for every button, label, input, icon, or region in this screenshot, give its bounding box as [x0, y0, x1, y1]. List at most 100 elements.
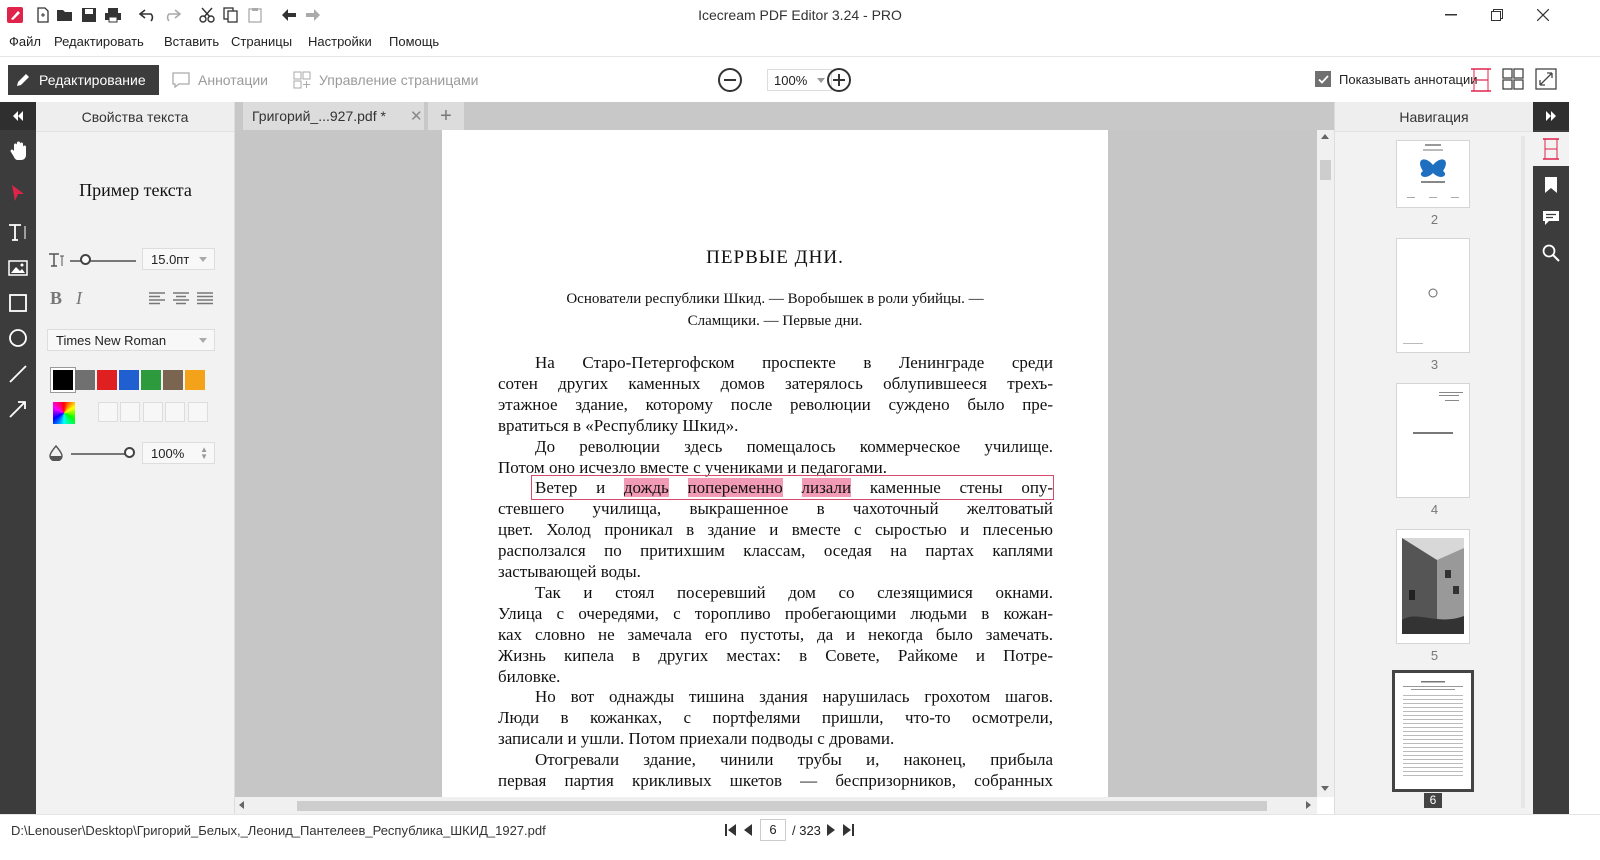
empty-swatch[interactable] — [165, 402, 185, 422]
text-line[interactable]: расползался по притихшим классам, оседая… — [498, 540, 1053, 561]
menu-help[interactable]: Помощь — [389, 34, 439, 49]
word[interactable]: опу- — [1021, 478, 1053, 497]
save-icon[interactable] — [80, 6, 98, 24]
italic-button[interactable]: I — [76, 288, 82, 309]
comments-icon[interactable] — [1533, 201, 1569, 235]
text-tool-icon[interactable] — [0, 215, 36, 249]
opacity-slider-track[interactable] — [71, 453, 129, 455]
ellipse-tool-icon[interactable] — [0, 321, 36, 355]
collapse-left-panel-icon[interactable] — [0, 102, 36, 130]
word[interactable]: и — [596, 478, 605, 497]
page-thumbnail[interactable] — [1396, 238, 1470, 353]
text-line[interactable]: стевшего училища, выкрашенное в чахоточн… — [498, 498, 1053, 519]
grid-view-icon[interactable] — [1502, 68, 1524, 93]
text-line[interactable]: На Старо-Петергофском проспекте в Ленинг… — [535, 352, 1053, 373]
scroll-down-icon[interactable] — [1321, 786, 1329, 791]
zoom-select[interactable]: 100% — [767, 69, 832, 91]
opacity-slider-knob[interactable] — [124, 447, 135, 458]
text-line[interactable]: застывающей воды. — [498, 561, 1053, 582]
color-swatch[interactable] — [185, 370, 205, 390]
text-line[interactable]: биловке. — [498, 666, 1053, 687]
scrollbar-track[interactable] — [1521, 136, 1525, 808]
text-line[interactable]: первая партия крикливых шкетов — бесприз… — [498, 770, 1053, 791]
edit-mode-button[interactable]: Редактирование — [8, 65, 159, 95]
menu-file[interactable]: Файл — [9, 34, 41, 49]
show-annotations-toggle[interactable]: Показывать аннотации — [1315, 71, 1478, 87]
word[interactable]: каменные — [870, 478, 941, 497]
menu-pages[interactable]: Страницы — [231, 34, 292, 49]
align-justify-icon[interactable] — [197, 292, 213, 309]
highlighted-word[interactable]: попеременно — [687, 478, 783, 497]
text-line[interactable]: Жизнь кипела в других местах: в Совете, … — [498, 645, 1053, 666]
word[interactable]: Ветер — [535, 478, 577, 497]
page-thumbnail-selected[interactable] — [1392, 670, 1474, 792]
pdf-page[interactable]: ПЕРВЫЕ ДНИ. Основатели республики Шкид. … — [442, 130, 1108, 797]
chapter-subtitle[interactable]: Сламщики. — Первые дни. — [442, 313, 1108, 330]
image-tool-icon[interactable] — [0, 251, 36, 285]
scrollbar-thumb[interactable] — [297, 801, 1267, 811]
horizontal-scrollbar[interactable] — [235, 797, 1317, 814]
checkbox[interactable] — [1315, 71, 1331, 87]
empty-swatch[interactable] — [98, 402, 118, 422]
navigation-scrollbar[interactable] — [1519, 130, 1529, 814]
empty-swatch[interactable] — [120, 402, 140, 422]
empty-swatch[interactable] — [188, 402, 208, 422]
scroll-left-icon[interactable] — [239, 801, 244, 809]
minimize-button[interactable] — [1428, 0, 1474, 30]
page-thumbnail[interactable] — [1396, 383, 1470, 498]
highlighted-paragraph-line[interactable]: Ветер и дождь попеременно лизали каменны… — [535, 477, 1053, 498]
font-size-slider-knob[interactable] — [80, 254, 91, 265]
last-page-icon[interactable] — [842, 824, 854, 836]
scrollbar-thumb[interactable] — [1320, 160, 1331, 180]
search-icon[interactable] — [1533, 236, 1569, 270]
new-file-icon[interactable] — [34, 6, 52, 24]
text-line[interactable]: сотен других каменных домов затерялось о… — [498, 373, 1053, 394]
text-line[interactable]: Отогревали здание, чинили трубы и, након… — [535, 749, 1053, 770]
page-thumbnail[interactable] — [1396, 529, 1470, 644]
back-icon[interactable] — [280, 6, 298, 24]
line-tool-icon[interactable] — [0, 357, 36, 391]
color-swatch[interactable] — [119, 370, 139, 390]
color-picker-icon[interactable] — [53, 402, 75, 424]
scroll-up-icon[interactable] — [1321, 134, 1329, 139]
bookmark-icon[interactable] — [1533, 168, 1569, 202]
document-tab[interactable]: Григорий_...927.pdf * ✕ — [243, 102, 424, 130]
chapter-heading[interactable]: ПЕРВЫЕ ДНИ. — [442, 247, 1108, 269]
open-folder-icon[interactable] — [56, 6, 74, 24]
redo-icon[interactable] — [163, 6, 181, 24]
current-page-input[interactable]: 6 — [760, 819, 786, 841]
page-thumbnail[interactable] — [1396, 140, 1470, 208]
highlighted-word[interactable]: лизали — [801, 478, 852, 497]
opacity-field[interactable]: 100% ▲ ▼ — [142, 442, 215, 464]
hand-tool-icon[interactable] — [0, 134, 36, 168]
text-line[interactable]: записали и ушли. Потом приехали подводы … — [498, 728, 1053, 749]
fullscreen-icon[interactable] — [1535, 68, 1557, 93]
zoom-in-button[interactable] — [827, 68, 851, 92]
scroll-right-icon[interactable] — [1306, 801, 1311, 809]
color-swatch[interactable] — [51, 368, 75, 392]
color-swatch[interactable] — [141, 370, 161, 390]
cut-icon[interactable] — [198, 6, 216, 24]
text-line[interactable]: этажное здание, которому после революции… — [498, 394, 1053, 415]
bold-button[interactable]: B — [50, 288, 62, 309]
color-swatch[interactable] — [163, 370, 183, 390]
vertical-scrollbar[interactable] — [1317, 130, 1334, 797]
restore-button[interactable] — [1474, 0, 1520, 30]
menu-insert[interactable]: Вставить — [164, 34, 219, 49]
print-icon[interactable] — [104, 6, 122, 24]
text-line[interactable]: Люди в кожанках, с портфелями пришли, чт… — [498, 707, 1053, 728]
text-line[interactable]: ках словно не замечала его пустоты, да и… — [498, 624, 1053, 645]
next-page-icon[interactable] — [826, 824, 836, 836]
empty-swatch[interactable] — [143, 402, 163, 422]
text-line[interactable]: цвет. Холод проникал в здание и вместе с… — [498, 519, 1053, 540]
text-line[interactable]: вратиться в «Республику Шкид». — [498, 415, 1053, 436]
chapter-subtitle[interactable]: Основатели республики Шкид. — Воробышек … — [442, 291, 1108, 308]
rectangle-tool-icon[interactable] — [0, 286, 36, 320]
text-line[interactable]: До революции здесь помещалось коммерческ… — [535, 436, 1053, 457]
copy-icon[interactable] — [222, 6, 240, 24]
close-tab-icon[interactable]: ✕ — [410, 107, 423, 125]
font-size-field[interactable]: 15.0пт — [142, 248, 215, 270]
color-swatch[interactable] — [75, 370, 95, 390]
single-page-view-icon[interactable] — [1470, 68, 1492, 95]
font-family-select[interactable]: Times New Roman — [47, 329, 215, 351]
